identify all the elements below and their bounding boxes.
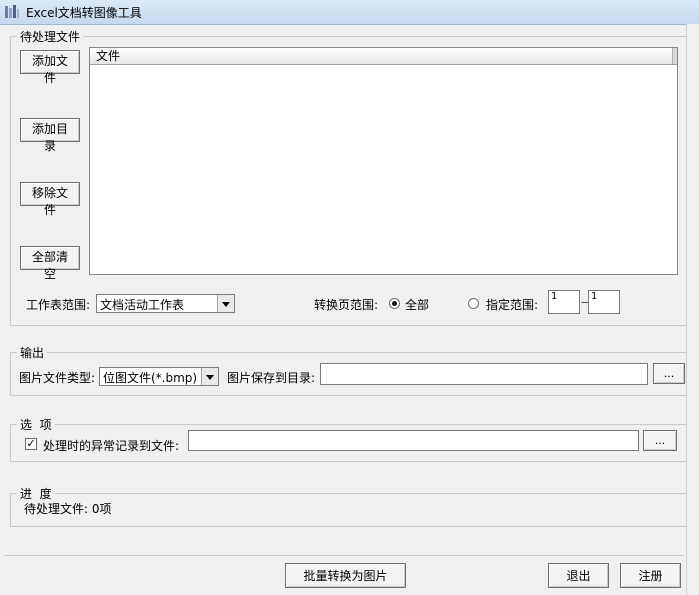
exit-button[interactable]: 退出 <box>548 563 609 588</box>
header-edge <box>672 48 677 64</box>
register-button[interactable]: 注册 <box>620 563 681 588</box>
main-window: Excel文档转图像工具 待处理文件 添加文件 添加目录 移除文件 全部清空 文… <box>0 0 699 595</box>
file-list[interactable]: 文件 <box>89 47 678 275</box>
chevron-down-icon[interactable] <box>217 295 234 312</box>
add-file-button[interactable]: 添加文件 <box>20 50 80 85</box>
image-type-value: 位图文件(*.bmp) <box>103 371 198 385</box>
file-list-header[interactable]: 文件 <box>90 48 677 65</box>
log-file-input[interactable] <box>188 430 639 451</box>
save-dir-label: 图片保存到目录: <box>227 371 316 385</box>
title-bar: Excel文档转图像工具 <box>0 0 699 25</box>
range-from-input[interactable]: 1 <box>548 290 580 314</box>
progress-status: 待处理文件: 0项 <box>24 502 112 516</box>
window-title: Excel文档转图像工具 <box>26 6 142 20</box>
column-file[interactable]: 文件 <box>96 49 120 63</box>
radio-specified-label[interactable]: 指定范围: <box>486 296 538 313</box>
radio-all-label[interactable]: 全部 <box>405 296 429 313</box>
radio-specified[interactable] <box>468 298 479 309</box>
batch-convert-button[interactable]: 批量转换为图片 <box>285 563 406 588</box>
sheet-range-value: 文档活动工作表 <box>100 298 185 312</box>
sheet-range-select[interactable]: 文档活动工作表 <box>96 294 235 313</box>
remove-file-button[interactable]: 移除文件 <box>20 182 80 217</box>
footer-divider <box>4 555 684 556</box>
add-directory-button[interactable]: 添加目录 <box>20 118 80 153</box>
options-label: 选 项 <box>17 416 55 433</box>
chevron-down-icon[interactable] <box>201 368 218 385</box>
log-checkbox[interactable]: ✓ <box>25 438 37 450</box>
sheet-range-label: 工作表范围: <box>26 298 91 312</box>
pending-files-label: 待处理文件 <box>17 28 84 45</box>
window-right-edge <box>686 24 699 595</box>
radio-all[interactable] <box>389 298 400 309</box>
browse-dir-button[interactable]: ... <box>653 363 685 384</box>
image-type-select[interactable]: 位图文件(*.bmp) <box>99 367 219 386</box>
page-range-label: 转换页范围: <box>314 298 379 312</box>
output-label: 输出 <box>17 344 48 361</box>
image-type-label: 图片文件类型: <box>19 371 96 385</box>
browse-log-button[interactable]: ... <box>643 430 677 451</box>
log-label[interactable]: 处理时的异常记录到文件: <box>43 437 179 454</box>
app-icon <box>5 5 19 18</box>
clear-all-button[interactable]: 全部清空 <box>20 246 80 281</box>
save-dir-input[interactable] <box>320 363 648 385</box>
range-to-input[interactable]: 1 <box>588 290 620 314</box>
